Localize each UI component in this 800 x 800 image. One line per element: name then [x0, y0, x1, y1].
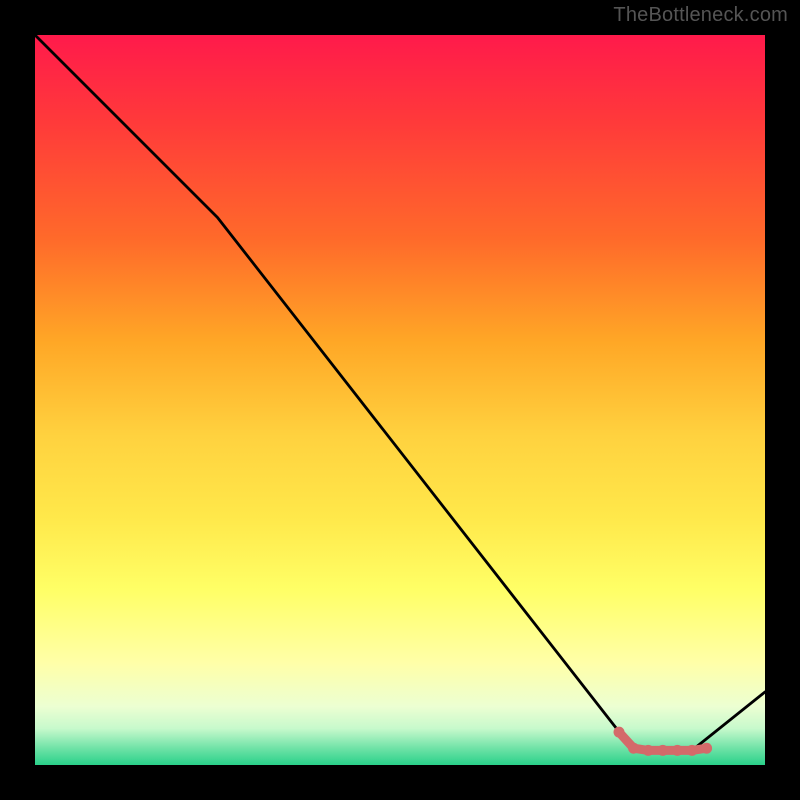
optimal-range-dot [657, 745, 668, 756]
watermark-text: TheBottleneck.com [613, 4, 788, 27]
chart-overlay [35, 35, 765, 765]
optimal-range-dot [628, 743, 639, 754]
optimal-range-dot [701, 743, 712, 754]
optimal-range-dot [687, 745, 698, 756]
optimal-range-dot [614, 727, 625, 738]
optimal-range-marker [614, 727, 713, 756]
bottleneck-line [35, 35, 765, 750]
optimal-range-dot [672, 745, 683, 756]
series-bottleneck-curve [35, 35, 765, 750]
chart-frame: TheBottleneck.com [0, 0, 800, 800]
optimal-range-dot [643, 745, 654, 756]
